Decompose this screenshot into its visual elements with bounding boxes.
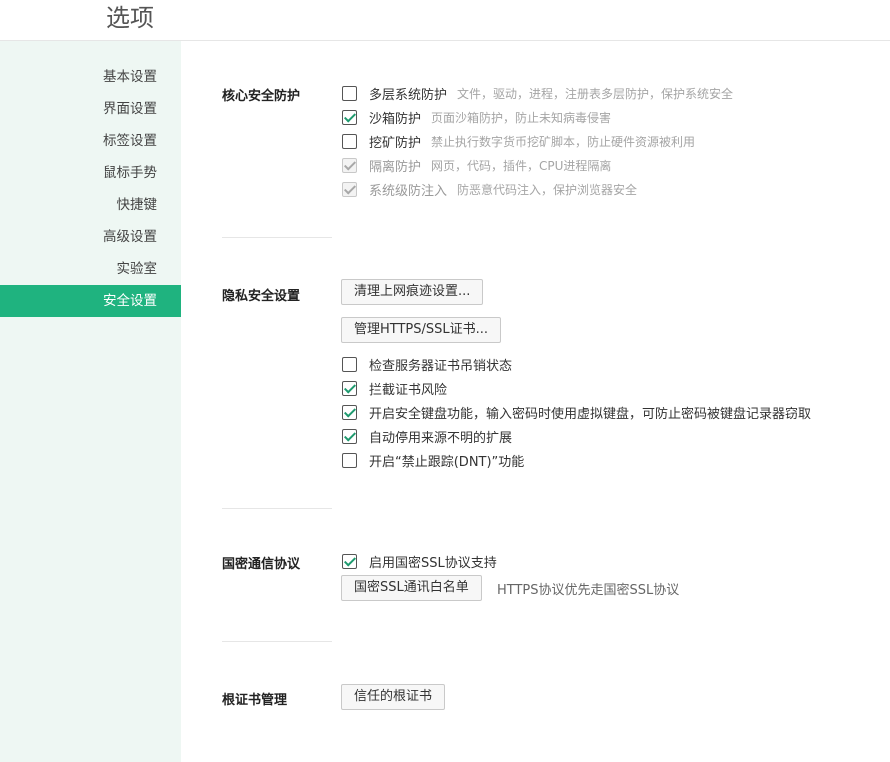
checkbox[interactable] [342, 428, 357, 444]
sidebar-item-interface[interactable]: 界面设置 [0, 93, 181, 125]
option-mining-protection[interactable]: 挖矿防护 禁止执行数字货币挖矿脚本，防止硬件资源被利用 [342, 131, 695, 151]
page-title: 选项 [106, 4, 154, 32]
checkbox [342, 157, 357, 173]
section-title-gm-ssl: 国密通信协议 [222, 557, 301, 572]
option-check-cert-revocation[interactable]: 检查服务器证书吊销状态 [342, 354, 512, 374]
section-title-privacy: 隐私安全设置 [222, 289, 301, 304]
sidebar-item-security[interactable]: 安全设置 [0, 285, 181, 317]
option-isolation-protection: 隔离防护 网页，代码，插件，CPU进程隔离 [342, 155, 611, 175]
checkbox[interactable] [342, 553, 357, 569]
option-label: 启用国密SSL协议支持 [369, 555, 497, 571]
trusted-root-certificates-button[interactable]: 信任的根证书 [341, 684, 446, 710]
sidebar: 基本设置 界面设置 标签设置 鼠标手势 快捷键 高级设置 实验室 安全设置 [0, 41, 181, 762]
option-label: 沙箱防护 [369, 111, 422, 127]
option-label: 隔离防护 [369, 159, 422, 175]
section-title-root-cert: 根证书管理 [222, 693, 288, 708]
section-divider [222, 237, 332, 238]
option-anti-injection: 系统级防注入 防恶意代码注入，保护浏览器安全 [342, 179, 637, 199]
option-description: 防恶意代码注入，保护浏览器安全 [457, 182, 638, 197]
option-label: 检查服务器证书吊销状态 [369, 358, 513, 374]
option-label: 开启“禁止跟踪(DNT)”功能 [369, 454, 525, 470]
option-label: 系统级防注入 [369, 183, 448, 199]
header: 选项 [0, 0, 890, 41]
section-divider [222, 508, 332, 509]
option-label: 拦截证书风险 [369, 382, 448, 398]
gm-ssl-whitelist-button[interactable]: 国密SSL通讯白名单 [341, 575, 482, 601]
sidebar-item-shortcuts[interactable]: 快捷键 [0, 189, 181, 221]
option-block-cert-risk[interactable]: 拦截证书风险 [342, 378, 447, 398]
option-description: 禁止执行数字货币挖矿脚本，防止硬件资源被利用 [431, 134, 696, 149]
sidebar-item-advanced[interactable]: 高级设置 [0, 221, 181, 253]
checkbox[interactable] [342, 452, 357, 468]
checkbox[interactable] [342, 380, 357, 396]
option-label: 挖矿防护 [369, 135, 422, 151]
settings-panel: 核心安全防护 多层系统防护 文件，驱动，进程，注册表多层防护，保护系统安全 沙箱… [181, 41, 890, 762]
option-do-not-track[interactable]: 开启“禁止跟踪(DNT)”功能 [342, 450, 524, 470]
clear-browsing-traces-button[interactable]: 清理上网痕迹设置... [341, 279, 484, 305]
sidebar-item-lab[interactable]: 实验室 [0, 253, 181, 285]
option-label: 多层系统防护 [369, 87, 448, 103]
option-label: 自动停用来源不明的扩展 [369, 430, 513, 446]
checkbox [342, 181, 357, 197]
option-description: 网页，代码，插件，CPU进程隔离 [431, 158, 612, 173]
checkbox[interactable] [342, 133, 357, 149]
option-sandbox-protection[interactable]: 沙箱防护 页面沙箱防护，防止未知病毒侵害 [342, 107, 611, 127]
checkbox[interactable] [342, 109, 357, 125]
option-enable-gm-ssl[interactable]: 启用国密SSL协议支持 [342, 551, 497, 571]
sidebar-item-basic[interactable]: 基本设置 [0, 61, 181, 93]
checkbox[interactable] [342, 356, 357, 372]
checkbox[interactable] [342, 404, 357, 420]
checkbox[interactable] [342, 85, 357, 101]
gm-ssl-note: HTTPS协议优先走国密SSL协议 [497, 583, 680, 598]
sidebar-item-mouse-gestures[interactable]: 鼠标手势 [0, 157, 181, 189]
sidebar-item-tabs[interactable]: 标签设置 [0, 125, 181, 157]
option-secure-keyboard[interactable]: 开启安全键盘功能，输入密码时使用虚拟键盘，可防止密码被键盘记录器窃取 [342, 402, 811, 422]
manage-ssl-certificates-button[interactable]: 管理HTTPS/SSL证书... [341, 317, 502, 343]
option-description: 页面沙箱防护，防止未知病毒侵害 [431, 110, 612, 125]
option-label: 开启安全键盘功能，输入密码时使用虚拟键盘，可防止密码被键盘记录器窃取 [369, 406, 812, 422]
section-title-core-protection: 核心安全防护 [222, 89, 301, 104]
option-multilayer-protection[interactable]: 多层系统防护 文件，驱动，进程，注册表多层防护，保护系统安全 [342, 83, 733, 103]
section-divider [222, 641, 332, 642]
option-disable-unknown-extensions[interactable]: 自动停用来源不明的扩展 [342, 426, 512, 446]
option-description: 文件，驱动，进程，注册表多层防护，保护系统安全 [457, 86, 734, 101]
